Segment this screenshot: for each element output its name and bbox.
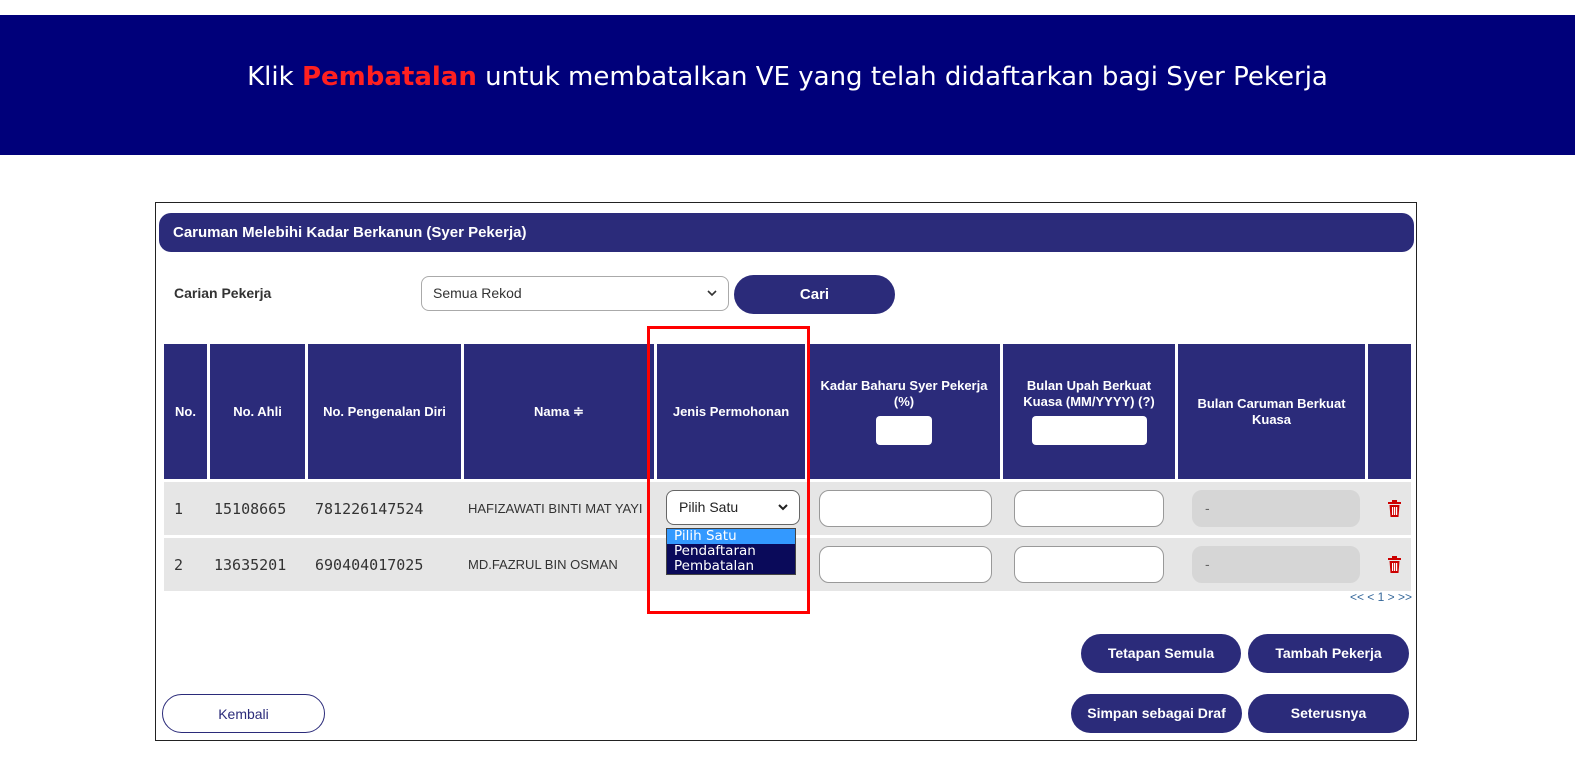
nama-header-label: Nama ≑ (534, 403, 584, 419)
kadar-input[interactable] (819, 546, 992, 583)
bulan-upah-input[interactable] (1014, 490, 1164, 527)
search-select-value: Semua Rekod (433, 285, 522, 301)
instruction-suffix: untuk membatalkan VE yang telah didaftar… (476, 62, 1328, 92)
col-header-nama[interactable]: Nama ≑ (464, 344, 654, 479)
col-header-no-ahli: No. Ahli (210, 344, 305, 479)
instruction-banner: Klik Pembatalan untuk membatalkan VE yan… (0, 15, 1575, 155)
col-header-bulan-caruman: Bulan Caruman Berkuat Kuasa (1178, 344, 1365, 479)
main-panel: Caruman Melebihi Kadar Berkanun (Syer Pe… (155, 202, 1417, 741)
kadar-bulk-input[interactable] (876, 416, 932, 445)
col-header-no: No. (164, 344, 207, 479)
panel-title: Caruman Melebihi Kadar Berkanun (Syer Pe… (159, 213, 1414, 252)
trash-icon[interactable] (1388, 556, 1401, 573)
add-employee-button[interactable]: Tambah Pekerja (1248, 634, 1409, 673)
save-draft-button[interactable]: Simpan sebagai Draf (1071, 694, 1242, 733)
kadar-input[interactable] (819, 490, 992, 527)
row-no-ahli: 15108665 (214, 499, 287, 518)
bulan-caruman-field: - (1192, 546, 1360, 583)
search-button[interactable]: Cari (734, 275, 895, 314)
search-label: Carian Pekerja (174, 285, 272, 301)
row-ic: 690404017025 (315, 555, 424, 574)
reset-button[interactable]: Tetapan Semula (1081, 634, 1241, 673)
search-select[interactable]: Semua Rekod (421, 276, 729, 311)
bulan-upah-bulk-input[interactable] (1031, 416, 1147, 445)
col-header-no-pengenalan: No. Pengenalan Diri (308, 344, 461, 479)
col-header-bulan-upah: Bulan Upah Berkuat Kuasa (MM/YYYY) (?) (1003, 344, 1175, 479)
instruction-highlight: Pembatalan (301, 62, 477, 92)
bulan-upah-header-label: Bulan Upah Berkuat Kuasa (MM/YYYY) (?) (1023, 378, 1155, 409)
back-button[interactable]: Kembali (162, 694, 325, 733)
row-no: 1 (174, 499, 184, 518)
next-button[interactable]: Seterusnya (1248, 694, 1409, 733)
trash-icon[interactable] (1388, 500, 1401, 517)
row-no-ahli: 13635201 (214, 555, 287, 574)
bulan-upah-input[interactable] (1014, 546, 1164, 583)
pagination[interactable]: << < 1 > >> (1350, 590, 1412, 604)
bulan-caruman-field: - (1192, 490, 1360, 527)
instruction-text: Klik Pembatalan untuk membatalkan VE yan… (247, 62, 1328, 92)
row-no: 2 (174, 555, 184, 574)
col-header-actions (1368, 344, 1411, 479)
chevron-down-icon (706, 277, 718, 323)
col-header-kadar: Kadar Baharu Syer Pekerja (%) (808, 344, 1000, 479)
instruction-prefix: Klik (247, 62, 302, 92)
kadar-header-label: Kadar Baharu Syer Pekerja (%) (820, 378, 988, 409)
highlight-box (647, 326, 810, 614)
row-nama: HAFIZAWATI BINTI MAT YAYI (468, 500, 643, 516)
row-ic: 781226147524 (315, 499, 424, 518)
row-nama: MD.FAZRUL BIN OSMAN (468, 557, 618, 572)
